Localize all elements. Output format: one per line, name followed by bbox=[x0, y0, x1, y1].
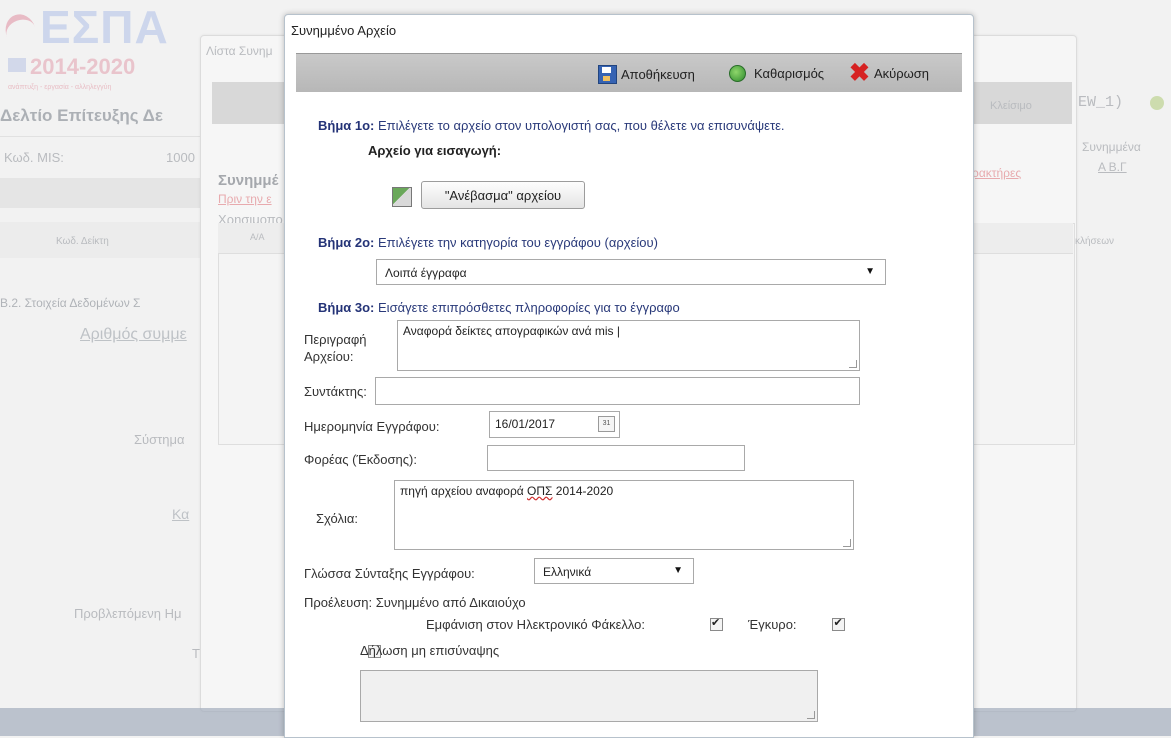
espa-logo-text: ΕΣΠΑ bbox=[40, 1, 169, 53]
language-label: Γλώσσα Σύνταξης Εγγράφου: bbox=[304, 566, 475, 581]
document-category-value: Λοιπά έγγραφα bbox=[385, 266, 467, 280]
close-button[interactable]: Κλείσιμο bbox=[990, 100, 1032, 112]
cancel-button[interactable]: ✖ Ακύρωση bbox=[849, 59, 930, 87]
espa-logo-subtitle: ανάπτυξη - εργασία - αλληλεγγύη bbox=[8, 84, 112, 91]
doc-date-label: Ημερομηνία Εγγράφου: bbox=[304, 419, 440, 434]
attachments-section-title: Συνημμέ bbox=[218, 172, 279, 189]
arithmos-link[interactable]: Αριθμός συμμε bbox=[80, 326, 187, 344]
right-codes[interactable]: Α Β.Γ bbox=[1098, 160, 1127, 174]
no-attach-label: Δήλωση μη επισύναψης bbox=[360, 643, 500, 658]
step2-text: Επιλέγετε την κατηγορία του εγγράφου (αρ… bbox=[378, 235, 658, 250]
valid-checkbox[interactable] bbox=[832, 616, 846, 631]
step2-instruction: Βήμα 2ο: Επιλέγετε την κατηγορία του εγγ… bbox=[318, 235, 658, 250]
cancel-button-label: Ακύρωση bbox=[873, 65, 930, 81]
systima-label: Σύστημα bbox=[134, 432, 185, 447]
bg-bar bbox=[0, 178, 200, 208]
description-textarea[interactable]: Αναφορά δείκτες απογραφικών ανά mis | bbox=[397, 320, 860, 371]
t-label: Τ bbox=[192, 646, 200, 661]
comments-label: Σχόλια: bbox=[316, 511, 359, 526]
provlepomeni-label: Προβλεπόμενη Ημ bbox=[74, 606, 182, 621]
upload-file-button[interactable]: "Ανέβασμα" αρχείου bbox=[421, 181, 585, 209]
doc-date-value: 16/01/2017 bbox=[495, 417, 556, 431]
origin-text: Προέλευση: Συνημμένο από Δικαιούχο bbox=[304, 595, 526, 610]
step1-instruction: Βήμα 1ο: Επιλέγετε το αρχείο στον υπολογ… bbox=[318, 118, 785, 133]
warning-link-right[interactable]: ρακτήρες bbox=[972, 166, 1021, 180]
step1-label: Βήμα 1ο: bbox=[318, 118, 375, 133]
grid-col-aa: Α/Α bbox=[250, 232, 265, 242]
close-x-icon: ✖ bbox=[849, 59, 870, 87]
author-label: Συντάκτης: bbox=[304, 384, 367, 399]
section-b2: Β.2. Στοιχεία Δεδομένων Σ bbox=[0, 296, 141, 310]
show-in-folder-checkbox[interactable] bbox=[710, 616, 723, 631]
dropdown-arrow-icon: ▼ bbox=[673, 565, 683, 576]
ka-link[interactable]: Κα bbox=[172, 506, 189, 522]
save-button[interactable]: Αποθήκευση bbox=[598, 65, 695, 84]
resize-handle-icon[interactable] bbox=[843, 539, 851, 547]
resize-handle-icon[interactable] bbox=[849, 360, 857, 368]
espa-logo-swoosh-icon bbox=[0, 9, 42, 55]
dialog-title: Συνημμένο Αρχείο bbox=[291, 23, 397, 38]
step3-text: Εισάγετε επιπρόσθετες πληροφορίες για το… bbox=[378, 300, 680, 315]
comments-textarea[interactable]: πηγή αρχείου αναφορά ΟΠΣ 2014-2020 bbox=[394, 480, 854, 550]
espa-logo-years: 2014-2020 bbox=[30, 54, 136, 79]
description-label-line1: Περιγραφή bbox=[304, 332, 367, 347]
comments-suffix: 2014-2020 bbox=[552, 484, 614, 498]
language-select[interactable]: Ελληνικά ▼ bbox=[534, 558, 694, 584]
language-value: Ελληνικά bbox=[543, 565, 592, 579]
resize-handle-icon[interactable] bbox=[807, 711, 815, 719]
floppy-disk-icon bbox=[598, 65, 617, 84]
comments-misspelled-word: ΟΠΣ bbox=[527, 484, 553, 498]
divider bbox=[0, 136, 200, 137]
right-code: EW_1) bbox=[1078, 94, 1124, 111]
dialog-toolbar: Αποθήκευση Καθαρισμός ✖ Ακύρωση bbox=[296, 53, 962, 92]
issuer-input[interactable] bbox=[487, 445, 745, 471]
comments-prefix: πηγή αρχείου αναφορά bbox=[400, 484, 528, 498]
no-attach-reason-textarea[interactable] bbox=[360, 670, 818, 722]
page-title: Δελτίο Επίτευξης Δε bbox=[0, 106, 163, 125]
calendar-icon[interactable]: 31 bbox=[598, 416, 615, 432]
description-value: Αναφορά δείκτες απογραφικών ανά mis | bbox=[403, 324, 620, 338]
save-button-label: Αποθήκευση bbox=[621, 67, 695, 82]
show-in-folder-label: Εμφάνιση στον Ηλεκτρονικό Φάκελλο: bbox=[426, 617, 646, 632]
col-kod-deikti: Κωδ. Δείκτη bbox=[56, 236, 109, 247]
dropdown-arrow-icon: ▼ bbox=[865, 266, 875, 277]
issuer-label: Φορέας (Έκδοσης): bbox=[304, 452, 417, 467]
eu-flag-icon bbox=[8, 58, 26, 72]
upload-file-icon bbox=[392, 187, 412, 207]
clear-button[interactable]: Καθαρισμός bbox=[729, 65, 824, 82]
file-input-label: Αρχείο για εισαγωγή: bbox=[368, 143, 502, 158]
step2-label: Βήμα 2ο: bbox=[318, 235, 375, 250]
attached-tab[interactable]: Συνημμένα bbox=[1082, 140, 1141, 154]
description-label-line2: Αρχείου: bbox=[304, 349, 354, 364]
mis-label: Κωδ. MIS: bbox=[4, 150, 64, 165]
document-category-select[interactable]: Λοιπά έγγραφα ▼ bbox=[376, 259, 886, 285]
col-right: κλήσεων bbox=[1075, 236, 1114, 247]
warning-link-left[interactable]: Πριν την ε bbox=[218, 192, 272, 206]
mis-value: 1000 bbox=[166, 150, 195, 165]
user-icon bbox=[1150, 96, 1164, 110]
clear-button-label: Καθαρισμός bbox=[754, 66, 825, 81]
author-input[interactable] bbox=[375, 377, 860, 405]
valid-label: Έγκυρο: bbox=[748, 617, 797, 632]
step3-label: Βήμα 3ο: bbox=[318, 300, 375, 315]
refresh-icon bbox=[729, 65, 746, 82]
step1-text: Επιλέγετε το αρχείο στον υπολογιστή σας,… bbox=[378, 118, 785, 133]
step3-instruction: Βήμα 3ο: Εισάγετε επιπρόσθετες πληροφορί… bbox=[318, 300, 680, 315]
attachments-list-title: Λίστα Συνημ bbox=[206, 44, 273, 58]
